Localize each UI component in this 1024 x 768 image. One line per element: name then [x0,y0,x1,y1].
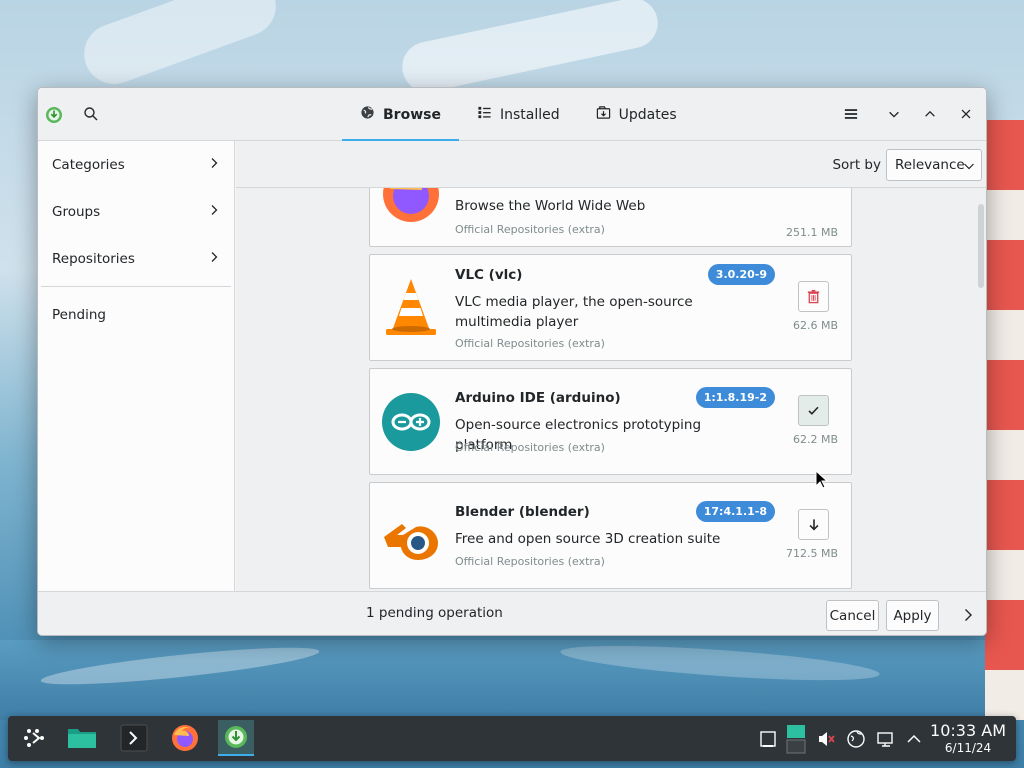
discover-window: Browse Installed Updates Categories Grou… [37,87,987,636]
package-repository: Official Repositories (extra) [455,223,605,236]
arduino-icon [380,391,442,453]
view-tabs: Browse Installed Updates [342,88,695,142]
package-size: 251.1 MB [785,226,838,239]
version-badge: 1:1.8.19-2 [695,387,775,408]
wallpaper-wave [559,638,881,688]
remove-button[interactable] [798,281,829,312]
list-toolbar: Sort by Relevance [236,141,986,188]
close-icon[interactable] [957,105,975,123]
application-launcher-icon[interactable] [16,720,52,756]
package-description: VLC media player, the open-source multim… [455,294,693,330]
digital-clock[interactable]: 10:33 AM 6/11/24 [930,721,1006,755]
sort-dropdown[interactable]: Relevance [886,149,982,181]
tab-installed[interactable]: Installed [459,88,578,141]
wallpaper-cloud [397,0,663,97]
package-card[interactable]: Arduino IDE (arduino) 1:1.8.19-2 Open-so… [369,368,852,475]
package-size: 62.6 MB [792,319,838,332]
display-network-icon[interactable] [876,729,896,749]
tab-browse[interactable]: Browse [342,88,459,142]
chevron-right-icon[interactable] [962,607,974,621]
blender-icon [380,507,442,569]
chevron-down-icon [964,163,974,170]
wallpaper-wave [39,640,321,692]
package-card[interactable]: Blender (blender) 17:4.1.1-8 Free and op… [369,482,852,589]
chevron-up-icon[interactable] [904,729,924,749]
sidebar: Categories Groups Repositories Pending [38,141,235,591]
network-globe-icon[interactable] [846,729,866,749]
tab-browse-label: Browse [383,106,441,123]
version-badge: 3.0.20-9 [707,264,775,285]
vlc-icon [380,275,442,337]
hamburger-menu-icon[interactable] [842,105,860,123]
package-card[interactable]: Browse the World Wide Web Official Repos… [369,188,852,247]
sidebar-divider [41,286,231,287]
firefox-icon [380,188,442,225]
tab-updates[interactable]: Updates [578,88,695,141]
pending-operations-text: 1 pending operation [366,605,503,621]
package-list: Browse the World Wide Web Official Repos… [236,188,986,591]
updates-icon [596,105,611,124]
cancel-button[interactable]: Cancel [826,600,879,631]
package-repository: Official Repositories (extra) [455,441,605,454]
package-card[interactable]: VLC (vlc) 3.0.20-9 VLC media player, the… [369,254,852,361]
package-size: 712.5 MB [785,547,838,560]
maximize-icon[interactable] [921,105,939,123]
installed-check-button[interactable] [798,395,829,426]
mouse-cursor-icon [815,470,829,489]
chevron-right-icon [208,251,220,267]
chevron-right-icon [208,157,220,173]
package-repository: Official Repositories (extra) [455,337,605,350]
checkmark-icon [808,406,819,415]
terminal-icon[interactable] [116,720,152,756]
globe-icon [360,105,375,124]
firefox-icon[interactable] [167,720,203,756]
sidebar-item-pending[interactable]: Pending [38,291,234,338]
trash-icon [807,289,820,304]
package-name: Arduino IDE (arduino) [455,390,621,406]
taskbar: 10:33 AM 6/11/24 [8,716,1016,761]
sidebar-item-label: Categories [52,156,125,173]
package-repository: Official Repositories (extra) [455,555,605,568]
scrollbar[interactable] [978,204,984,288]
sidebar-item-label: Groups [52,203,101,220]
sidebar-item-categories[interactable]: Categories [38,141,234,188]
package-description: Browse the World Wide Web [455,198,646,214]
minimize-icon[interactable] [885,105,903,123]
sidebar-item-repositories[interactable]: Repositories [38,235,234,282]
wallpaper-sea [0,640,1024,720]
tab-updates-label: Updates [618,106,677,123]
package-name: Blender (blender) [455,504,590,520]
wallpaper-lighthouse [985,120,1024,720]
pager-icon[interactable] [786,724,806,754]
chevron-right-icon [208,204,220,220]
install-button[interactable] [798,509,829,540]
list-icon [477,105,492,124]
clock-date: 6/11/24 [944,741,992,755]
tab-installed-label: Installed [499,106,560,123]
apply-button[interactable]: Apply [886,600,939,631]
clipboard-icon[interactable] [758,729,778,749]
sidebar-item-label: Pending [52,306,106,323]
wallpaper-cloud [75,0,285,93]
header-bar: Browse Installed Updates [38,88,986,142]
file-manager-icon[interactable] [64,720,100,756]
discover-taskbar-icon[interactable] [218,720,254,756]
discover-app-icon [45,106,63,124]
package-size: 62.2 MB [792,433,838,446]
search-icon[interactable] [83,106,99,122]
sort-label: Sort by [832,157,881,173]
package-name: VLC (vlc) [455,267,523,283]
sort-value: Relevance [895,157,965,173]
clock-time: 10:33 AM [930,721,1006,740]
volume-muted-icon[interactable] [816,729,836,749]
package-description: Free and open source 3D creation suite [455,531,721,547]
sidebar-item-label: Repositories [52,250,135,267]
download-arrow-icon [809,518,818,530]
version-badge: 17:4.1.1-8 [695,501,775,522]
sidebar-item-groups[interactable]: Groups [38,188,234,235]
pending-bar: 1 pending operation Cancel Apply [38,591,986,635]
